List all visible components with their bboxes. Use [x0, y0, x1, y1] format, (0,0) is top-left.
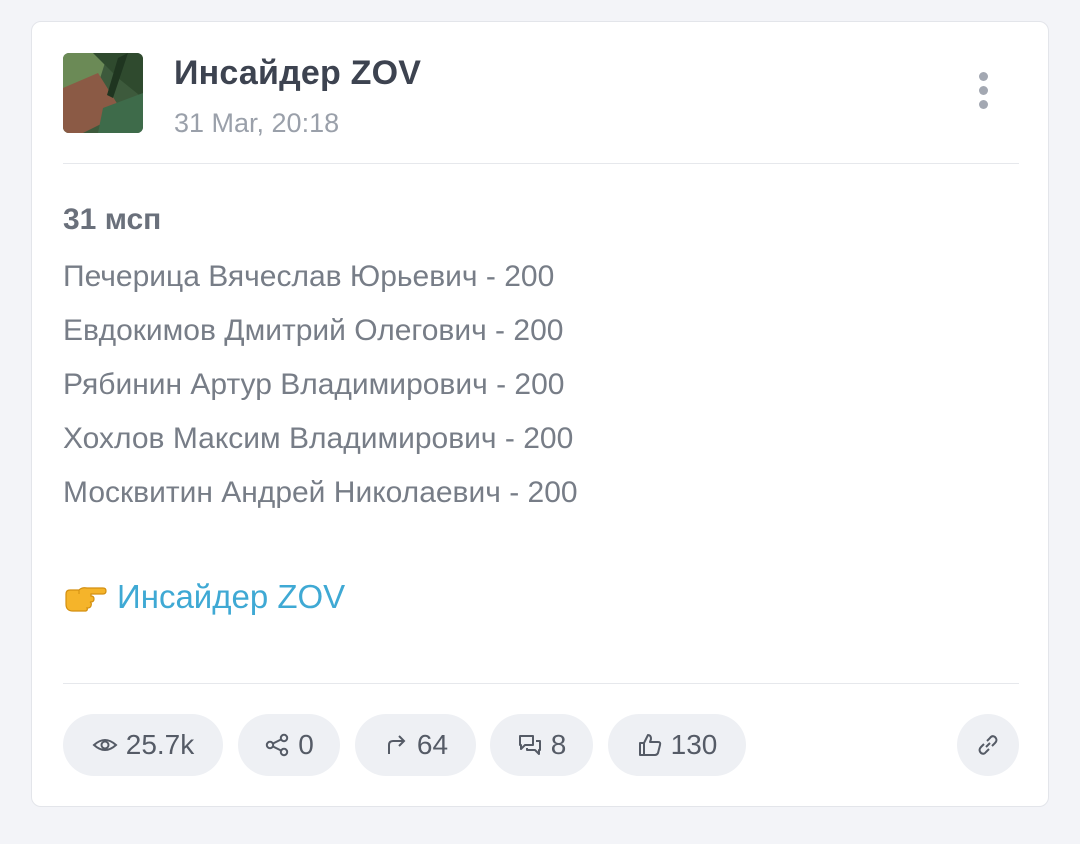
share-icon	[266, 733, 289, 757]
thumbs-up-icon	[638, 734, 661, 756]
post-heading: 31 мсп	[63, 203, 162, 236]
post-line: Рябинин Артур Владимирович - 200	[63, 368, 565, 401]
forwards-pill[interactable]: 64	[355, 714, 476, 776]
eye-icon	[92, 739, 118, 751]
post-line: Евдокимов Дмитрий Олегович - 200	[63, 314, 564, 347]
comments-icon	[518, 735, 541, 755]
channel-link[interactable]: Инсайдер ZOV	[117, 578, 345, 616]
views-pill[interactable]: 25.7k	[63, 714, 223, 776]
channel-avatar[interactable]	[63, 53, 143, 133]
post-line: Хохлов Максим Владимирович - 200	[63, 422, 574, 455]
pointing-right-hand-icon	[65, 587, 107, 612]
channel-name[interactable]: Инсайдер ZOV	[174, 54, 421, 93]
forward-arrow-icon	[387, 735, 406, 754]
more-options-button[interactable]	[967, 66, 1001, 114]
shares-pill[interactable]: 0	[238, 714, 340, 776]
more-dot-icon	[979, 72, 988, 81]
post-link-row: Инсайдер ZOV	[63, 578, 345, 616]
likes-pill[interactable]: 130	[608, 714, 746, 776]
post-line: Москвитин Андрей Николаевич - 200	[63, 476, 578, 509]
likes-count: 130	[670, 729, 718, 760]
post-date: 31 Mar, 20:18	[174, 108, 340, 138]
post-card: Инсайдер ZOV 31 Mar, 20:18 31 мсп Печери…	[31, 21, 1049, 807]
more-dot-icon	[979, 100, 988, 109]
shares-count: 0	[298, 729, 314, 760]
comments-count: 8	[550, 729, 567, 760]
views-count: 25.7k	[125, 729, 195, 760]
stats-bar: 25.7k 0 64 8 130	[63, 714, 1019, 776]
post-text: 31 мсп Печерица Вячеслав Юрьевич - 200 Е…	[63, 200, 993, 524]
post-line: Печерица Вячеслав Юрьевич - 200	[63, 260, 555, 293]
link-icon	[978, 735, 998, 755]
comments-pill[interactable]: 8	[490, 714, 593, 776]
footer-divider	[63, 683, 1019, 684]
header-divider	[63, 163, 1019, 164]
copy-link-button[interactable]	[957, 714, 1019, 776]
forwards-count: 64	[416, 729, 449, 760]
more-dot-icon	[979, 86, 988, 95]
